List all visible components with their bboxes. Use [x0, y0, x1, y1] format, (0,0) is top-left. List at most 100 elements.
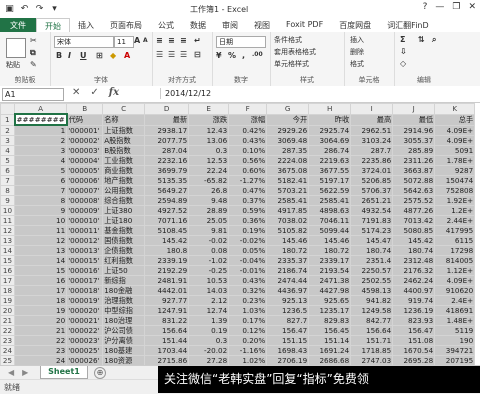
table-cell[interactable]: 0.10%	[228, 145, 268, 156]
table-cell[interactable]: 2.12	[188, 295, 230, 306]
restore-button[interactable]: ❐	[452, 2, 460, 12]
table-cell[interactable]: 1703.44	[144, 345, 190, 356]
row-header[interactable]: 24	[0, 345, 15, 356]
table-cell[interactable]: '000010'	[66, 215, 104, 226]
table-cell[interactable]: 5072.88	[392, 175, 436, 186]
table-cell[interactable]: 2186.74	[266, 265, 310, 276]
paste-icon[interactable]	[6, 38, 26, 58]
row-header[interactable]: 4	[0, 145, 15, 156]
table-cell[interactable]: 28.89	[188, 205, 230, 216]
row-header[interactable]: 21	[0, 315, 15, 326]
table-cell[interactable]: 2651.21	[350, 195, 394, 206]
copy-icon[interactable]: ⧉	[30, 48, 36, 58]
table-cell[interactable]: 0.08	[188, 245, 230, 256]
table-cell[interactable]: 827.7	[266, 315, 310, 326]
clear-icon[interactable]: ◇	[400, 59, 406, 68]
row-header[interactable]: 11	[0, 215, 15, 226]
table-cell[interactable]: 190	[434, 335, 476, 346]
table-cell[interactable]: 2235.86	[350, 155, 394, 166]
conditional-format-button[interactable]: 条件格式	[274, 35, 302, 45]
table-cell[interactable]: 180.8	[144, 245, 190, 256]
column-header[interactable]: F	[228, 103, 268, 115]
cut-icon[interactable]: ✂	[30, 36, 37, 45]
prev-sheet-icon[interactable]: ◀	[8, 368, 14, 377]
row-header[interactable]: 14	[0, 245, 15, 256]
table-cell[interactable]: 17298	[434, 245, 476, 256]
table-cell[interactable]: 6115	[434, 235, 476, 246]
table-cell[interactable]: 7	[13, 185, 68, 196]
table-cell[interactable]: 2481.91	[144, 275, 190, 286]
help-button[interactable]: ?	[423, 2, 428, 12]
table-cell[interactable]: 3069.48	[266, 135, 310, 146]
table-cell[interactable]: 2925.74	[308, 124, 352, 136]
table-cell[interactable]: 国债指数	[102, 235, 146, 246]
table-cell[interactable]: 829.83	[308, 315, 352, 326]
table-cell[interactable]: '000006'	[66, 175, 104, 186]
table-cell[interactable]: 5	[13, 165, 68, 176]
table-cell[interactable]: 1.39	[188, 315, 230, 326]
table-cell[interactable]: '000012'	[66, 235, 104, 246]
table-cell[interactable]: 180.74	[350, 245, 394, 256]
table-cell[interactable]: 0.42%	[228, 124, 268, 136]
table-cell[interactable]: 19	[13, 305, 68, 316]
table-cell[interactable]: '000025'	[66, 345, 104, 356]
undo-icon[interactable]: ↶	[19, 3, 30, 14]
tab-formulas[interactable]: 公式	[150, 18, 182, 32]
table-cell[interactable]: 最低	[392, 113, 436, 126]
row-header[interactable]: 20	[0, 305, 15, 316]
align-left-icon[interactable]: ☰	[156, 50, 163, 59]
table-cell[interactable]: 2077.75	[144, 135, 190, 146]
table-cell[interactable]: '000023'	[66, 335, 104, 346]
column-header[interactable]: J	[392, 103, 436, 115]
table-cell[interactable]: '000003'	[66, 145, 104, 156]
table-cell[interactable]: 180.72	[308, 245, 352, 256]
table-cell[interactable]: '000008'	[66, 195, 104, 206]
table-cell[interactable]: 145.47	[350, 235, 394, 246]
table-cell[interactable]: 842.77	[350, 315, 394, 326]
table-cell[interactable]: 1235.17	[308, 305, 352, 316]
table-cell[interactable]: 上证指数	[102, 124, 146, 136]
table-cell[interactable]: 4927.52	[144, 205, 190, 216]
table-cell[interactable]: 企债指数	[102, 245, 146, 256]
table-cell[interactable]: 5105.82	[266, 225, 310, 236]
table-cell[interactable]: 180治理	[102, 315, 146, 326]
table-cell[interactable]: 5108.45	[144, 225, 190, 236]
table-cell[interactable]: 13	[13, 245, 68, 256]
table-cell[interactable]: 26.8	[188, 185, 230, 196]
table-cell[interactable]: 9287	[434, 165, 476, 176]
table-cell[interactable]: 3663.87	[392, 165, 436, 176]
row-header[interactable]: 3	[0, 135, 15, 146]
table-cell[interactable]: 5091	[434, 145, 476, 156]
table-cell[interactable]: 4436.97	[266, 285, 310, 296]
tab-home[interactable]: 开始	[36, 18, 70, 32]
table-cell[interactable]: 925.13	[266, 295, 310, 306]
number-format-select[interactable]: 日期	[216, 36, 266, 48]
merge-icon[interactable]: ⊟	[194, 50, 201, 59]
table-cell[interactable]: 2471.38	[308, 275, 352, 286]
row-header[interactable]: 6	[0, 165, 15, 176]
table-cell[interactable]: -0.04%	[228, 255, 268, 266]
table-cell[interactable]: 5135.35	[144, 175, 190, 186]
table-cell[interactable]: 287.7	[350, 145, 394, 156]
table-cell[interactable]: 2594.89	[144, 195, 190, 206]
table-cell[interactable]: 今开	[266, 113, 310, 126]
table-cell[interactable]: 2.4E+	[434, 295, 476, 306]
row-header[interactable]: 16	[0, 265, 15, 276]
table-cell[interactable]: 0.3	[188, 145, 230, 156]
table-cell[interactable]: 9	[13, 205, 68, 216]
next-sheet-icon[interactable]: ▶	[22, 368, 28, 377]
table-cell[interactable]: 3724.01	[350, 165, 394, 176]
align-top-icon[interactable]: ≡	[156, 36, 163, 45]
table-cell[interactable]: 831.22	[144, 315, 190, 326]
table-cell[interactable]: 5119	[434, 325, 476, 336]
table-cell[interactable]: 沪公司债	[102, 325, 146, 336]
table-cell[interactable]: 5080.85	[392, 225, 436, 236]
table-cell[interactable]: 9.48	[188, 195, 230, 206]
table-cell[interactable]: 治理指数	[102, 295, 146, 306]
table-cell[interactable]: 1236.19	[392, 305, 436, 316]
table-cell[interactable]: 2193.54	[308, 265, 352, 276]
font-color-icon[interactable]: A	[124, 51, 130, 60]
table-cell[interactable]: 0.60%	[228, 165, 268, 176]
table-cell[interactable]: 22	[13, 335, 68, 346]
add-sheet-button[interactable]: ⊕	[94, 367, 106, 379]
